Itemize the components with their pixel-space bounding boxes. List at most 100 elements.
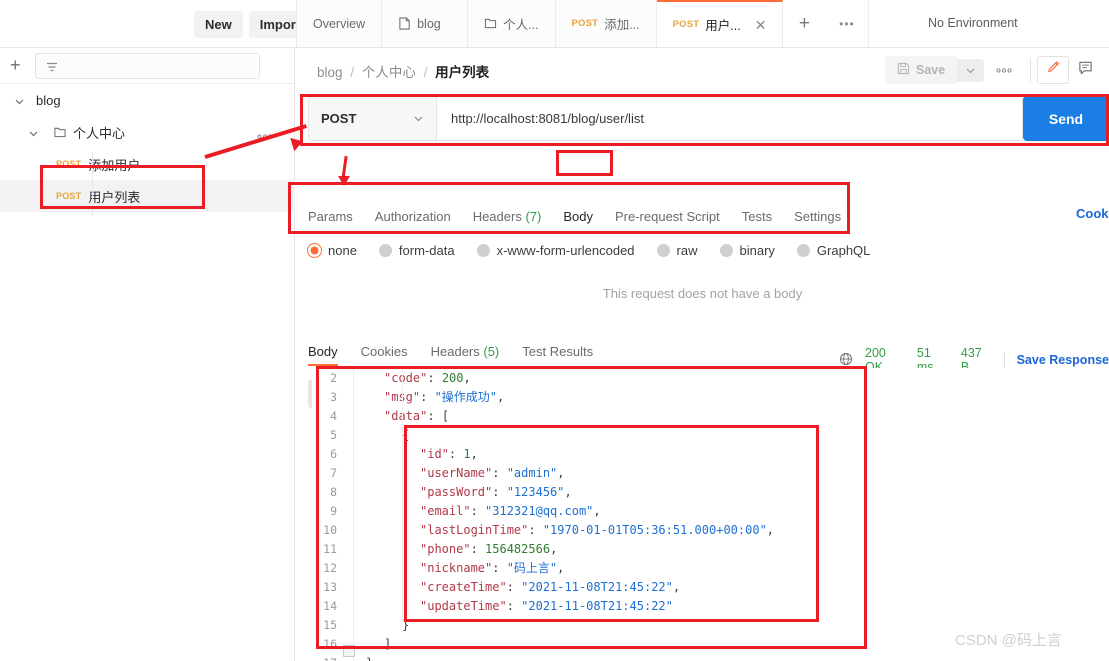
breadcrumb-root[interactable]: blog	[317, 65, 343, 80]
tab-user-list-request[interactable]: POST 用户... ✕	[656, 0, 784, 47]
tab-label: 个人...	[503, 18, 539, 32]
close-icon[interactable]: ✕	[755, 18, 767, 32]
response-body-code[interactable]: 2 "code": 200, 3 "msg": "操作成功", 4 "data": [5{…	[312, 368, 1109, 661]
search-input[interactable]	[35, 53, 260, 79]
plus-icon[interactable]: +	[10, 56, 21, 74]
body-type-raw[interactable]: raw	[656, 243, 698, 258]
url-input[interactable]: http://localhost:8081/blog/user/list	[436, 96, 1023, 141]
tab-options-button[interactable]: •••	[825, 0, 870, 47]
chevron-down-icon[interactable]	[28, 127, 39, 138]
breadcrumb: blog / 个人中心 / 用户列表	[317, 61, 489, 81]
send-button[interactable]: Send	[1023, 96, 1109, 141]
line-number: 16	[323, 636, 337, 651]
tab-overview[interactable]: Overview	[296, 0, 383, 47]
environment-selector[interactable]: No Environment	[928, 16, 1018, 30]
tree-item-blog[interactable]: blog	[0, 84, 295, 116]
radio-icon[interactable]	[796, 243, 810, 257]
code-line: 11 "phone": 156482566,	[312, 539, 1109, 558]
response-tab-cookies[interactable]: Cookies	[361, 344, 408, 359]
code-line: 17}	[312, 653, 1109, 661]
response-tab-headers[interactable]: Headers (5)	[431, 344, 500, 359]
breadcrumb-row: blog / 个人中心 / 用户列表 Save	[296, 48, 1109, 93]
radio-icon[interactable]	[308, 243, 321, 257]
sidebar-toolbar: + ellipsis-icon	[0, 48, 295, 84]
breadcrumb-separator: /	[423, 65, 428, 80]
body-type-form-data[interactable]: form-data	[378, 243, 455, 258]
method-value: POST	[321, 111, 357, 126]
code-text: "userName": "admin",	[420, 465, 565, 480]
breadcrumb-folder[interactable]: 个人中心	[362, 65, 416, 80]
code-text: "id": 1,	[420, 446, 478, 461]
comment-button[interactable]	[1069, 56, 1101, 84]
postman-window: New Import Overview blog 个人... POST 添加..…	[0, 0, 1109, 661]
tab-add-user-request[interactable]: POST 添加...	[555, 0, 657, 47]
tab-tests[interactable]: Tests	[731, 209, 783, 224]
code-fold-toggle[interactable]	[343, 645, 355, 657]
line-number: 5	[330, 427, 337, 442]
tree-item-label: 添加用户	[88, 157, 141, 173]
chevron-down-icon[interactable]	[14, 95, 25, 106]
tab-personal-center-folder[interactable]: 个人...	[468, 0, 556, 47]
code-text: "lastLoginTime": "1970-01-01T05:36:51.00…	[420, 522, 775, 537]
body-type-binary[interactable]: binary	[719, 243, 775, 258]
code-line: 13 "createTime": "2021-11-08T21:45:22",	[312, 577, 1109, 596]
empty-body-message: This request does not have a body	[602, 286, 803, 301]
tab-settings[interactable]: Settings	[783, 209, 852, 224]
code-line: 14 "updateTime": "2021-11-08T21:45:22"	[312, 596, 1109, 615]
radio-icon[interactable]	[378, 243, 392, 257]
filter-icon	[45, 60, 59, 79]
code-text: "data": [	[384, 408, 450, 423]
response-tab-body[interactable]: Body	[308, 344, 338, 366]
code-line: 5{	[312, 425, 1109, 444]
tab-pre-request-script[interactable]: Pre-request Script	[604, 209, 731, 224]
new-tab-button[interactable]: +	[783, 0, 825, 47]
code-text: "code": 200,	[384, 370, 471, 385]
code-line: 6 "id": 1,	[312, 444, 1109, 463]
collection-tree: blog 个人中心 POST 添加用户 POST 用户列表	[0, 84, 295, 212]
tree-item-label: 用户列表	[88, 189, 141, 205]
tab-params[interactable]: Params	[308, 209, 364, 224]
code-text: "msg": "操作成功",	[384, 390, 505, 404]
save-response-button[interactable]: Save Response	[1017, 353, 1109, 367]
tab-label: blog	[417, 16, 441, 31]
top-bar: New Import Overview blog 个人... POST 添加..…	[0, 0, 1109, 48]
line-number: 7	[330, 465, 337, 480]
request-method: POST	[56, 191, 82, 201]
method-select[interactable]: POST	[308, 96, 436, 141]
response-tab-test-results[interactable]: Test Results	[522, 344, 593, 359]
body-type-none[interactable]: none	[308, 243, 357, 258]
tab-authorization[interactable]: Authorization	[364, 209, 462, 224]
line-number: 3	[330, 389, 337, 404]
response-tabs: Body Cookies Headers (5) Test Results	[308, 344, 616, 366]
watermark: CSDN @码上言	[955, 632, 1062, 649]
line-number: 2	[330, 370, 337, 385]
radio-icon[interactable]	[656, 243, 670, 257]
line-number: 12	[323, 560, 337, 575]
tree-item-user-list[interactable]: POST 用户列表	[0, 180, 295, 212]
body-type-x-www-form-urlencoded[interactable]: x-www-form-urlencoded	[476, 243, 635, 258]
sidebar-more-button[interactable]: ellipsis-icon	[268, 60, 281, 78]
tab-headers[interactable]: Headers (7)	[462, 209, 553, 224]
folder-more-button[interactable]	[257, 127, 273, 142]
tab-blog-collection[interactable]: blog	[382, 0, 469, 47]
line-number: 10	[323, 522, 337, 537]
tab-body[interactable]: Body	[552, 209, 604, 224]
radio-icon[interactable]	[719, 243, 733, 257]
code-line: 9 "email": "312321@qq.com",	[312, 501, 1109, 520]
tree-item-personal-center[interactable]: 个人中心	[0, 116, 295, 148]
edit-button[interactable]	[1037, 56, 1070, 84]
tab-method: POST	[571, 18, 599, 29]
radio-icon[interactable]	[476, 243, 490, 257]
code-line: 4 "data": [	[312, 406, 1109, 425]
save-button[interactable]: Save	[885, 56, 958, 84]
save-options-button[interactable]	[957, 58, 985, 82]
line-number: 8	[330, 484, 337, 499]
code-line: 8 "passWord": "123456",	[312, 482, 1109, 501]
request-more-button[interactable]	[984, 62, 1024, 79]
folder-icon	[53, 126, 67, 139]
cookies-link[interactable]: Cookies	[1076, 206, 1109, 221]
body-type-graphql[interactable]: GraphQL	[796, 243, 870, 258]
new-button[interactable]: New	[194, 11, 243, 38]
tab-method: POST	[672, 19, 700, 30]
tree-item-add-user[interactable]: POST 添加用户	[0, 148, 295, 180]
